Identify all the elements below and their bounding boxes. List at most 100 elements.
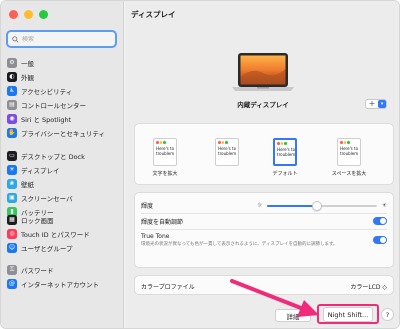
true-tone-toggle[interactable] xyxy=(373,236,387,244)
sidebar-item[interactable]: @ インターネットアカウント xyxy=(7,277,121,291)
sidebar-item-label: Siri と Spotlight xyxy=(21,116,72,124)
divider xyxy=(141,229,387,230)
chevron-down-icon: ▾ xyxy=(378,100,386,108)
slider-fill xyxy=(267,205,317,207)
sidebar: ⚙ 一般 ◐ 外観 ♿ アクセシビリティ ▤ コントロールセンター ◉ Siri と Spotli… xyxy=(1,1,124,328)
resolution-label: デフォルト xyxy=(272,171,298,177)
resolution-preview: Here's to troublem xyxy=(337,138,361,166)
sidebar-item[interactable]: ▣ スクリーンセーバ xyxy=(7,191,121,205)
sidebar-item[interactable]: ⚙ 一般 xyxy=(7,56,121,70)
auto-brightness-label: 輝度を自動調節 xyxy=(141,218,184,226)
brightness-slider[interactable]: ☼ ☀ xyxy=(257,201,387,211)
sidebar-item-label: 一般 xyxy=(21,60,34,68)
sidebar-item-label: インターネットアカウント xyxy=(21,281,99,289)
advanced-button[interactable]: 詳細 xyxy=(275,309,311,322)
resolution-preview: Here's to troublem xyxy=(153,138,177,166)
main-pane: ディスプレイ 内蔵ディスプレイ + ▾ Here's to troublem 文字… xyxy=(125,1,399,328)
help-button[interactable]: ? xyxy=(381,308,394,321)
sidebar-item-label: 壁紙 xyxy=(21,181,34,189)
lock-screen-icon: ▦ xyxy=(7,215,17,225)
laptop-display-image[interactable] xyxy=(232,53,294,93)
resolution-option[interactable]: Here's to troublem xyxy=(207,138,247,170)
sidebar-item[interactable]: ♿ アクセシビリティ xyxy=(7,84,121,98)
preview-text: Here's to troublem xyxy=(218,146,237,156)
resolution-option[interactable]: Here's to troublem 文字を拡大 xyxy=(145,138,185,177)
sidebar-item-label: デスクトップと Dock xyxy=(21,153,85,161)
resolution-preview: Here's to troublem xyxy=(215,138,239,166)
wallpaper-icon: ❀ xyxy=(7,179,17,189)
true-tone-description: 環境光の状況が異なっても色が一貫して表示されるように、ディスプレイを自動的に調節… xyxy=(141,242,338,247)
resolution-label: 文字を拡大 xyxy=(152,171,178,177)
accessibility-icon: ♿ xyxy=(7,86,17,96)
dock-icon: ▭ xyxy=(7,151,17,161)
divider xyxy=(141,213,387,214)
display-name-label: 内蔵ディスプレイ xyxy=(237,101,289,109)
page-title: ディスプレイ xyxy=(131,10,176,19)
gear-icon: ⚙ xyxy=(7,58,17,68)
resolution-option[interactable]: Here's to troublem デフォルト xyxy=(265,138,305,177)
resolution-option[interactable]: Here's to troublem スペースを拡大 xyxy=(329,138,369,177)
sidebar-item[interactable]: ◎ Touch ID とパスワード xyxy=(7,227,121,241)
preview-text: Here's to troublem xyxy=(277,147,296,157)
control-center-icon: ▤ xyxy=(7,100,17,110)
brightness-row: 輝度 ☼ ☀ xyxy=(141,199,387,211)
sidebar-item[interactable]: ▭ デスクトップと Dock xyxy=(7,149,121,163)
screensaver-icon: ▣ xyxy=(7,193,17,203)
brightness-label: 輝度 xyxy=(141,202,154,210)
sidebar-item[interactable]: ◐ 外観 xyxy=(7,70,121,84)
at-icon: @ xyxy=(7,279,17,289)
sidebar-item[interactable]: ☺ ユーザとグループ xyxy=(7,241,121,255)
window-controls xyxy=(9,10,48,19)
color-profile-label: カラープロファイル xyxy=(141,284,195,291)
sidebar-item[interactable]: ✋ プライバシーとセキュリティ xyxy=(7,126,121,140)
sun-small-icon: ☼ xyxy=(257,202,263,209)
night-shift-button[interactable]: Night Shift... xyxy=(323,307,373,322)
sun-large-icon: ☀ xyxy=(381,202,387,209)
sidebar-item[interactable]: ▦ ロック画面 xyxy=(7,213,121,227)
sidebar-item[interactable]: ❀ 壁紙 xyxy=(7,177,121,191)
search-input[interactable] xyxy=(22,35,112,43)
sidebar-item-label: 外観 xyxy=(21,74,34,82)
true-tone-row: True Tone 環境光の状況が異なっても色が一貫して表示されるように、ディス… xyxy=(141,233,387,261)
slider-knob[interactable] xyxy=(311,201,322,211)
sidebar-item-label: ユーザとグループ xyxy=(21,245,73,253)
color-profile-select[interactable]: カラーLCD ◇ xyxy=(350,282,387,291)
sidebar-item-label: コントロールセンター xyxy=(21,102,86,110)
sidebar-group: ▦ ロック画面 ◎ Touch ID とパスワード ☺ ユーザとグループ xyxy=(7,213,121,255)
add-display-button[interactable]: + ▾ xyxy=(365,99,387,109)
true-tone-label: True Tone xyxy=(141,233,170,240)
sidebar-item-label: アクセシビリティ xyxy=(21,88,73,96)
sidebar-item-label: ロック画面 xyxy=(21,217,54,225)
minimize-button[interactable] xyxy=(24,10,33,19)
sidebar-group: ▭ デスクトップと Dock ☀ ディスプレイ ❀ 壁紙 ▣ スクリーンセーバ ▮ バッテリー xyxy=(7,149,121,219)
sidebar-item[interactable]: ☀ ディスプレイ xyxy=(7,163,121,177)
close-button[interactable] xyxy=(9,10,18,19)
sidebar-item-label: パスワード xyxy=(21,267,54,275)
fingerprint-icon: ◎ xyxy=(7,229,17,239)
settings-window: ⚙ 一般 ◐ 外観 ♿ アクセシビリティ ▤ コントロールセンター ◉ Siri と Spotli… xyxy=(0,0,400,329)
zoom-button[interactable] xyxy=(39,10,48,19)
hand-icon: ✋ xyxy=(7,128,17,138)
preview-text: Here's to troublem xyxy=(340,146,359,156)
search-field[interactable] xyxy=(6,30,117,48)
sidebar-item-label: Touch ID とパスワード xyxy=(21,231,90,239)
auto-brightness-row: 輝度を自動調節 xyxy=(141,215,387,227)
sidebar-item-label: スクリーンセーバ xyxy=(21,195,73,203)
search-icon xyxy=(12,35,19,43)
users-icon: ☺ xyxy=(7,243,17,253)
siri-icon: ◉ xyxy=(7,114,17,124)
preview-text: Here's to troublem xyxy=(156,146,175,156)
sidebar-item[interactable]: ⚿ パスワード xyxy=(7,263,121,277)
display-icon: ☀ xyxy=(7,165,17,175)
key-icon: ⚿ xyxy=(7,265,17,275)
sidebar-item[interactable]: ▤ コントロールセンター xyxy=(7,98,121,112)
sidebar-item[interactable]: ◉ Siri と Spotlight xyxy=(7,112,121,126)
display-settings-panel: 輝度 ☼ ☀ 輝度を自動調節 True Tone 環境光の状況が異なっても色が一… xyxy=(134,192,394,268)
resolution-label: スペースを拡大 xyxy=(331,171,367,177)
resolution-preview: Here's to troublem xyxy=(273,138,297,166)
resolution-panel: Here's to troublem 文字を拡大 Here's to trouble… xyxy=(134,123,394,185)
sidebar-item-label: プライバシーとセキュリティ xyxy=(21,130,105,138)
sidebar-group: ⚿ パスワード @ インターネットアカウント xyxy=(7,263,121,291)
color-profile-panel: カラープロファイル カラーLCD ◇ xyxy=(134,275,394,295)
auto-brightness-toggle[interactable] xyxy=(373,217,387,225)
